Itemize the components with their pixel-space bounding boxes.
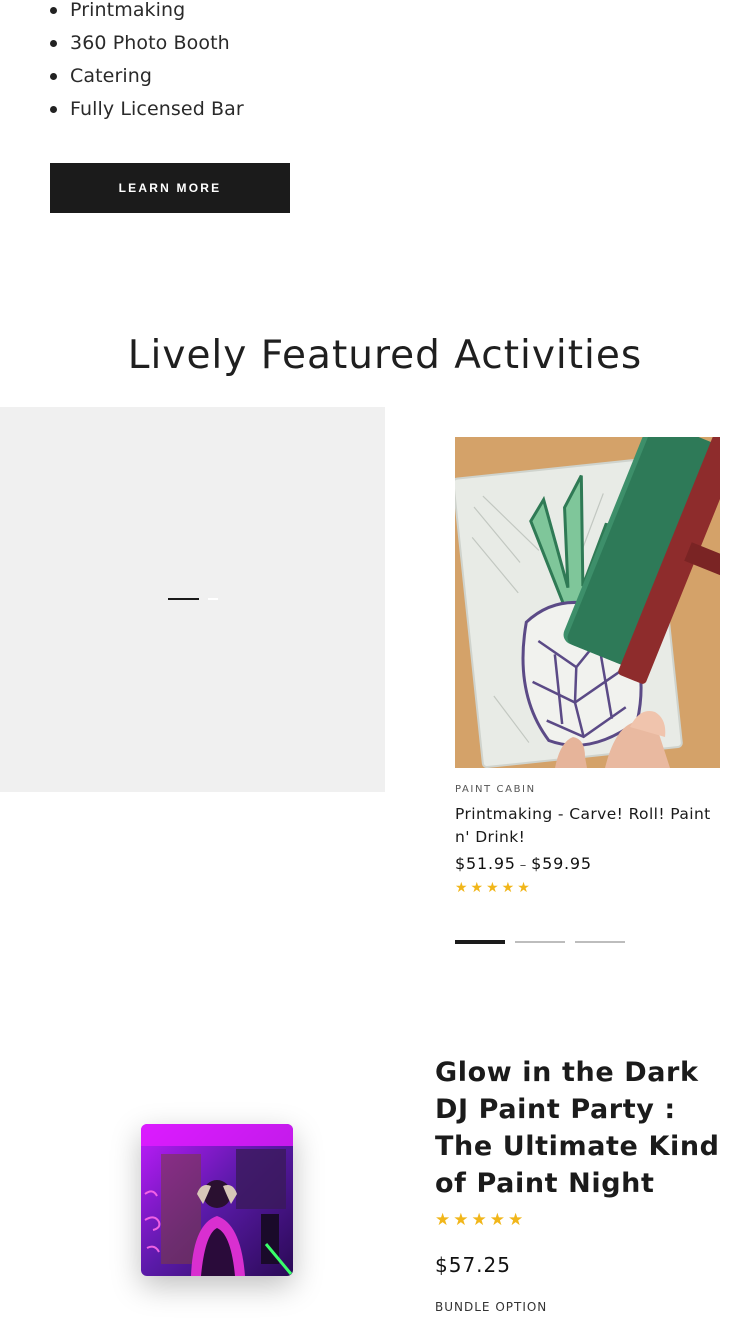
loading-product-card: [0, 407, 385, 792]
slider-dot-1[interactable]: [455, 940, 505, 944]
price-min: $51.95: [455, 854, 516, 873]
star-rating-icon: ★★★★★: [455, 879, 533, 895]
feature-item-bar: Fully Licensed Bar: [50, 93, 244, 126]
party-price: $57.25: [435, 1253, 511, 1277]
product-price: $51.95– $59.95: [455, 854, 720, 873]
bundle-option-label: BUNDLE OPTION: [435, 1300, 548, 1314]
learn-more-button[interactable]: LEARN MORE: [50, 163, 290, 213]
party-product-title[interactable]: Glow in the Dark DJ Paint Party : The Ul…: [435, 1054, 735, 1202]
feature-list: Printmaking 360 Photo Booth Catering Ful…: [50, 0, 244, 126]
product-image[interactable]: [455, 437, 720, 768]
product-title[interactable]: Printmaking - Carve! Roll! Paint n' Drin…: [455, 803, 720, 849]
feature-item-photo-booth: 360 Photo Booth: [50, 27, 244, 60]
feature-item-printmaking: Printmaking: [50, 0, 244, 27]
loading-bar-progress: [168, 598, 199, 600]
product-vendor: PAINT CABIN: [455, 784, 536, 795]
product-card[interactable]: PAINT CABIN Printmaking - Carve! Roll! P…: [455, 437, 720, 896]
party-star-rating-icon: ★★★★★: [435, 1210, 527, 1229]
loading-indicator: [168, 598, 218, 600]
section-title: Lively Featured Activities: [127, 333, 643, 378]
feature-item-catering: Catering: [50, 60, 244, 93]
price-separator: –: [519, 858, 528, 873]
party-thumbnail[interactable]: [141, 1124, 293, 1276]
loading-bar-track: [208, 598, 218, 600]
price-max: $59.95: [531, 854, 592, 873]
slider-dot-2[interactable]: [515, 941, 565, 943]
slider-dot-3[interactable]: [575, 941, 625, 943]
slider-pagination: [455, 940, 630, 945]
